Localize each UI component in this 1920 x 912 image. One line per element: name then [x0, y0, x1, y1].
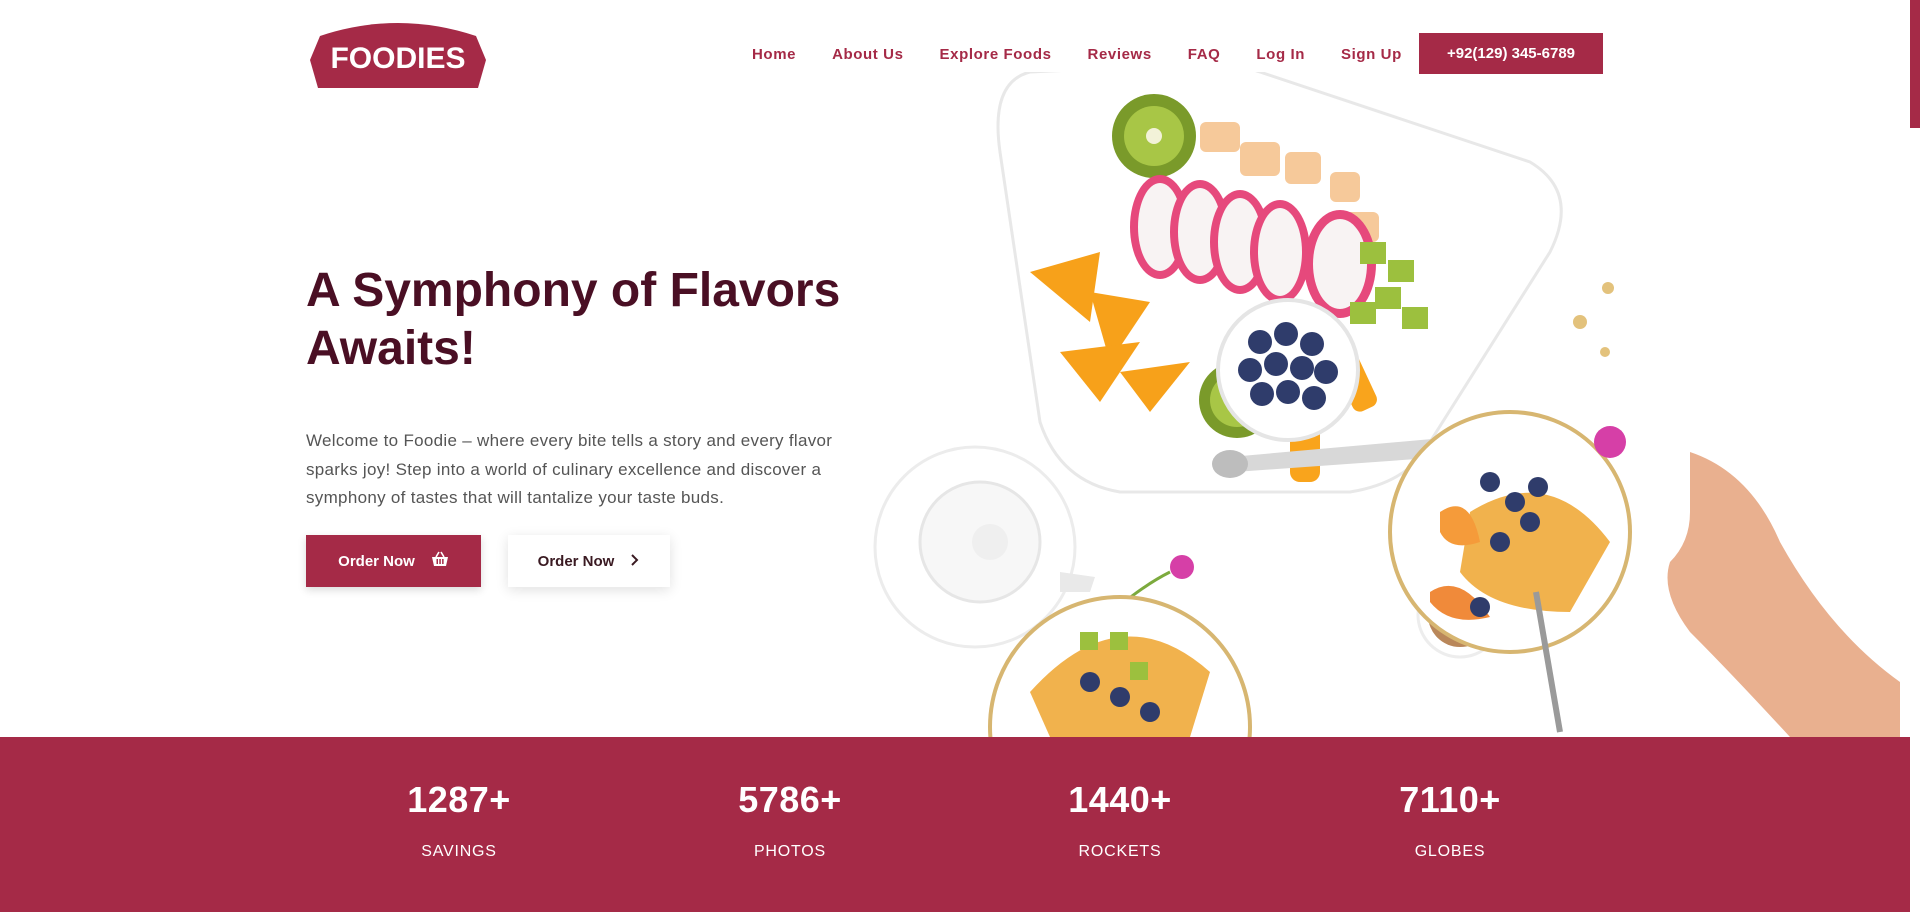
stats-band: 1287+ SAVINGS 5786+ PHOTOS 1440+ ROCKETS… [0, 737, 1910, 912]
stat-rockets: 1440+ ROCKETS [1020, 779, 1220, 861]
stat-value: 1287+ [407, 779, 511, 820]
brand-name: FOODIES [330, 42, 465, 75]
stat-label: PHOTOS [753, 843, 827, 860]
nav-explore-foods[interactable]: Explore Foods [940, 46, 1052, 63]
logo-badge: FOODIES [310, 23, 486, 88]
chevron-right-icon [630, 553, 640, 570]
scrollbar-thumb[interactable] [1910, 0, 1920, 128]
nav-about-us[interactable]: About Us [832, 46, 903, 63]
main-nav: Home About Us Explore Foods Reviews FAQ … [752, 33, 1438, 75]
stat-label: ROCKETS [1078, 843, 1162, 860]
nav-reviews[interactable]: Reviews [1088, 46, 1152, 63]
order-now-button[interactable]: Order Now [306, 535, 481, 587]
hero-description: Welcome to Foodie – where every bite tel… [306, 431, 833, 507]
stat-globes: 7110+ GLOBES [1350, 779, 1550, 861]
phone-button[interactable]: +92(129) 345-6789 [1419, 33, 1603, 74]
brand-logo[interactable]: FOODIES [306, 16, 490, 90]
nav-faq[interactable]: FAQ [1188, 46, 1221, 63]
stat-value: 1440+ [1068, 779, 1172, 820]
hero-food-image [790, 62, 1910, 859]
stat-savings: 1287+ SAVINGS [359, 779, 559, 861]
basket-icon [431, 551, 449, 571]
nav-sign-up[interactable]: Sign Up [1341, 46, 1402, 63]
nav-home[interactable]: Home [752, 46, 796, 63]
hero-title: A Symphony of Flavors Awaits! [306, 264, 841, 375]
scrollbar[interactable] [1910, 0, 1920, 912]
stat-value: 5786+ [738, 779, 842, 820]
stat-photos: 5786+ PHOTOS [690, 779, 890, 861]
stat-value: 7110+ [1399, 779, 1501, 820]
stat-label: SAVINGS [421, 843, 497, 860]
order-now-secondary-button[interactable]: Order Now [508, 535, 670, 587]
stat-label: GLOBES [1414, 843, 1486, 860]
order-now-secondary-label: Order Now [537, 552, 615, 570]
order-now-label: Order Now [338, 552, 415, 570]
nav-log-in[interactable]: Log In [1256, 46, 1305, 63]
